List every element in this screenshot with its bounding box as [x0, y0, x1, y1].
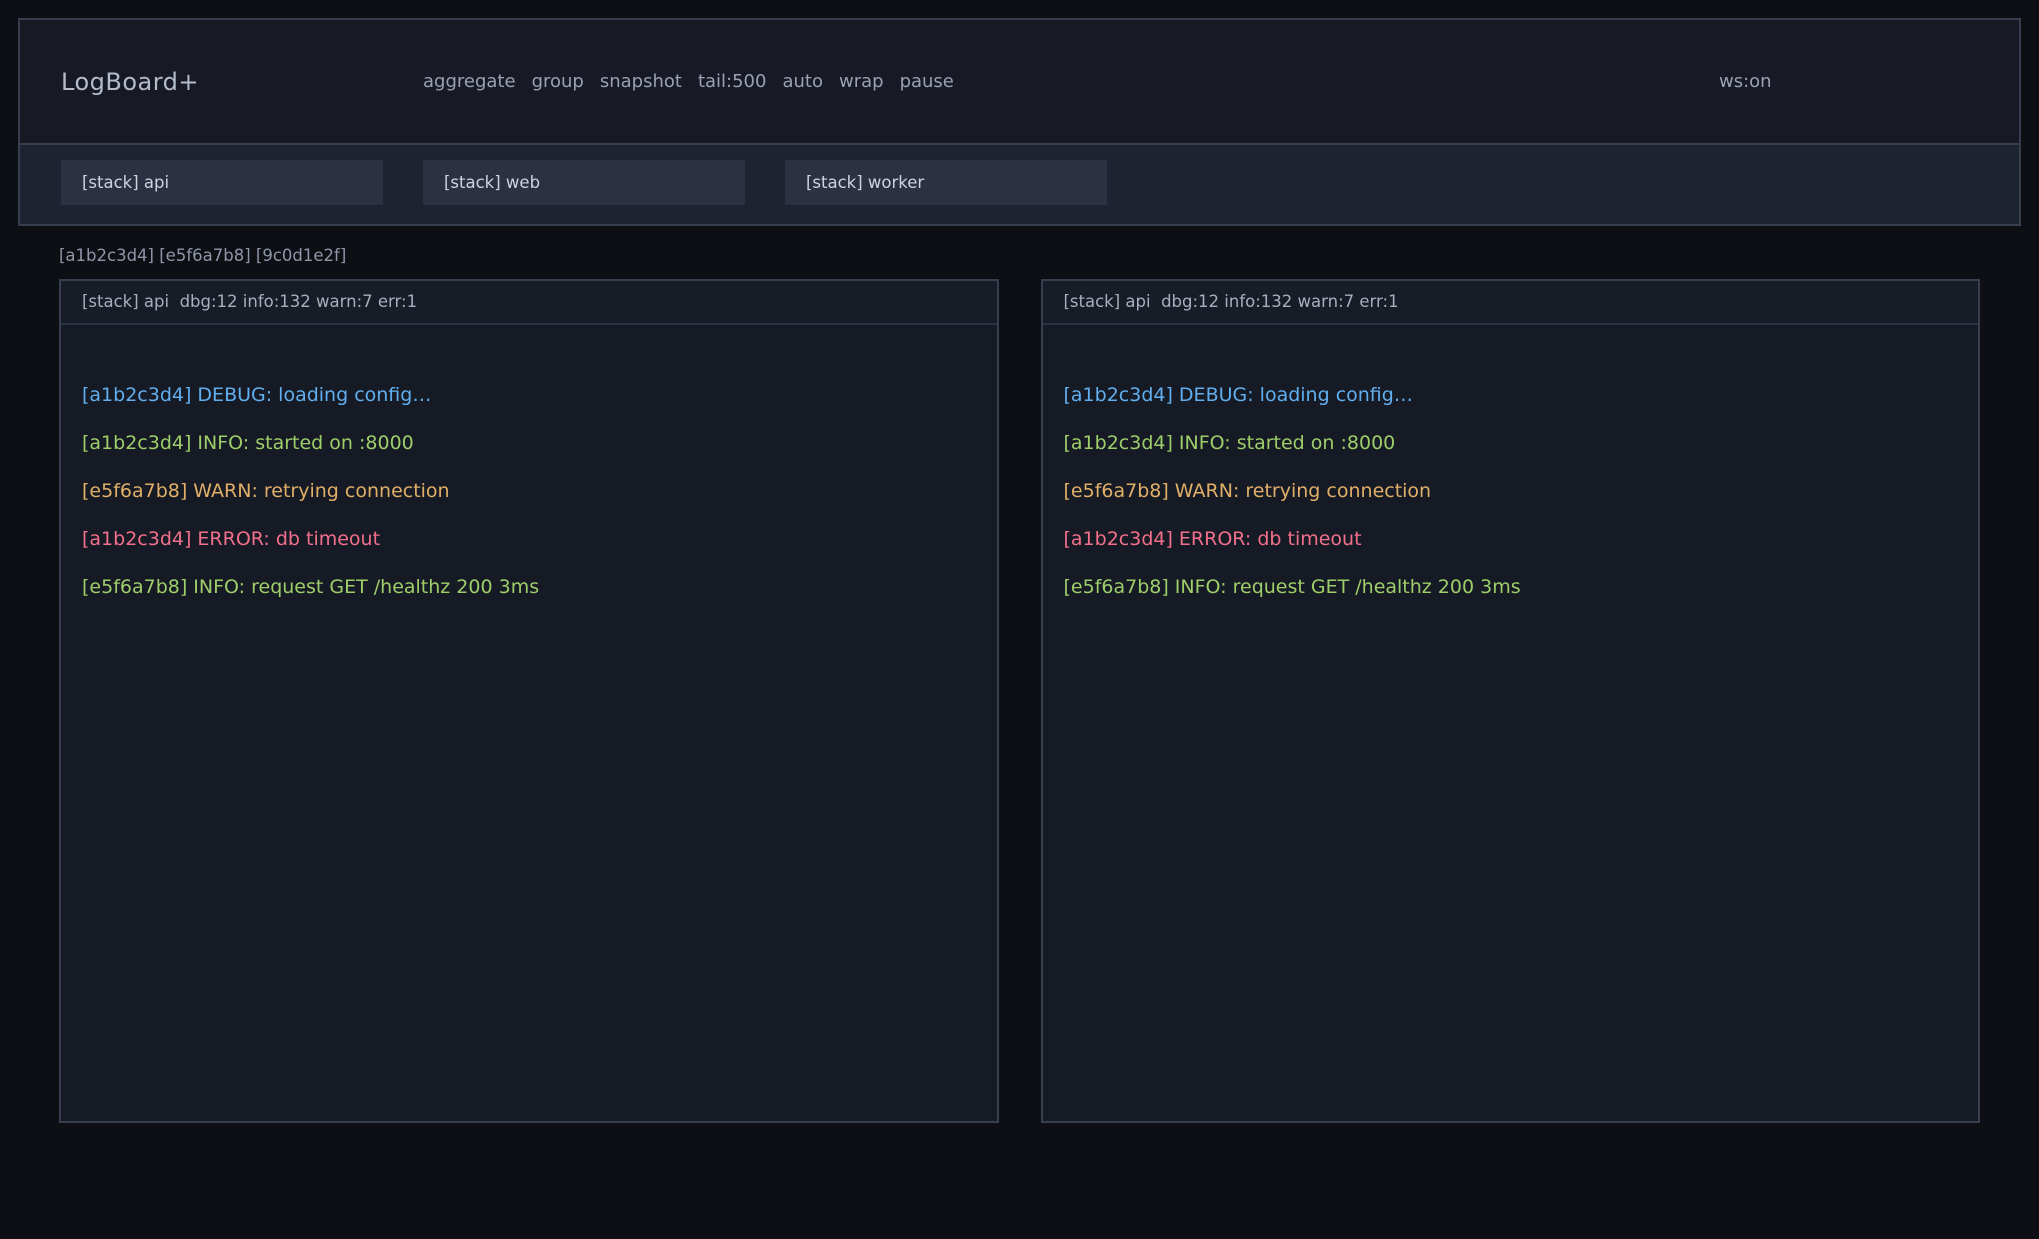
log-line-info: [e5f6a7b8] INFO: request GET /healthz 20… — [82, 563, 976, 611]
menu-item-snapshot[interactable]: snapshot — [600, 71, 682, 92]
toolbar-menu: aggregate group snapshot tail:500 auto w… — [423, 71, 1719, 92]
toolbar: LogBoard+ aggregate group snapshot tail:… — [18, 18, 2021, 226]
log-line-error: [a1b2c3d4] ERROR: db timeout — [82, 515, 976, 563]
log-line-debug: [a1b2c3d4] DEBUG: loading config… — [1064, 371, 1958, 419]
log-line-error: [a1b2c3d4] ERROR: db timeout — [1064, 515, 1958, 563]
log-line-info: [e5f6a7b8] INFO: request GET /healthz 20… — [1064, 563, 1958, 611]
stack-tab-web[interactable]: [stack] web — [423, 160, 745, 205]
log-panel-left: [stack] api dbg:12 info:132 warn:7 err:1… — [59, 279, 999, 1123]
log-area[interactable]: [a1b2c3d4] DEBUG: loading config… [a1b2c… — [1043, 325, 1979, 1121]
toolbar-top-row: LogBoard+ aggregate group snapshot tail:… — [20, 20, 2019, 143]
menu-item-aggregate[interactable]: aggregate — [423, 71, 516, 92]
log-area[interactable]: [a1b2c3d4] DEBUG: loading config… [a1b2c… — [61, 325, 997, 1121]
main-content: [a1b2c3d4] [e5f6a7b8] [9c0d1e2f] [stack]… — [18, 246, 2021, 1123]
panel-header: [stack] api dbg:12 info:132 warn:7 err:1 — [61, 281, 997, 325]
stack-tab-api[interactable]: [stack] api — [61, 160, 383, 205]
menu-item-group[interactable]: group — [532, 71, 584, 92]
log-line-warn: [e5f6a7b8] WARN: retrying connection — [82, 467, 976, 515]
stack-tabs-row: [stack] api [stack] web [stack] worker — [20, 143, 2019, 224]
log-line-info: [a1b2c3d4] INFO: started on :8000 — [82, 419, 976, 467]
log-line-info: [a1b2c3d4] INFO: started on :8000 — [1064, 419, 1958, 467]
log-line-warn: [e5f6a7b8] WARN: retrying connection — [1064, 467, 1958, 515]
log-panels: [stack] api dbg:12 info:132 warn:7 err:1… — [59, 279, 1980, 1123]
log-line-debug: [a1b2c3d4] DEBUG: loading config… — [82, 371, 976, 419]
panel-header: [stack] api dbg:12 info:132 warn:7 err:1 — [1043, 281, 1979, 325]
stack-tab-worker[interactable]: [stack] worker — [785, 160, 1107, 205]
websocket-status: ws:on — [1719, 71, 1978, 92]
app-title: LogBoard+ — [61, 68, 423, 96]
menu-item-tail[interactable]: tail:500 — [698, 71, 767, 92]
menu-item-pause[interactable]: pause — [900, 71, 954, 92]
menu-item-wrap[interactable]: wrap — [839, 71, 884, 92]
breadcrumb: [a1b2c3d4] [e5f6a7b8] [9c0d1e2f] — [59, 246, 1980, 266]
menu-item-auto[interactable]: auto — [782, 71, 823, 92]
log-panel-right: [stack] api dbg:12 info:132 warn:7 err:1… — [1041, 279, 1981, 1123]
